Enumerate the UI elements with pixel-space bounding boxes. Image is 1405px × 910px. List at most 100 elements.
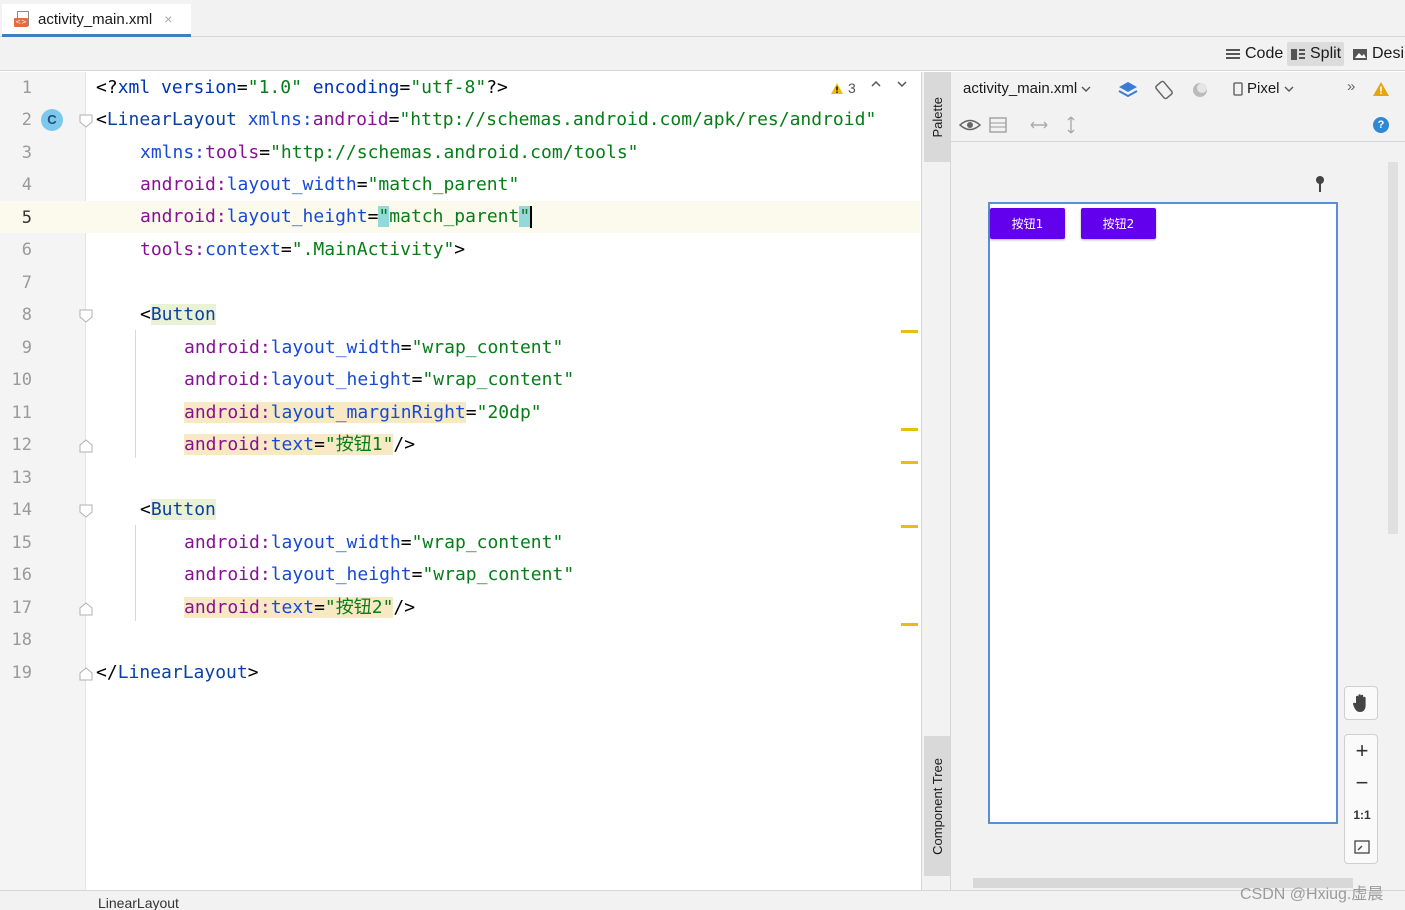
layout-file-dropdown[interactable]: activity_main.xml	[963, 80, 1091, 97]
eye-icon[interactable]	[959, 116, 981, 134]
warning-counter[interactable]: 3	[830, 80, 856, 96]
preview-button-2[interactable]: 按钮2	[1081, 208, 1156, 239]
device-dropdown[interactable]: Pixel	[1233, 80, 1294, 97]
class-gutter-badge[interactable]: C	[41, 109, 63, 131]
line-number: 7	[21, 273, 32, 293]
breadcrumb[interactable]: LinearLayout	[98, 895, 179, 910]
horizontal-resize-icon[interactable]	[1029, 116, 1049, 134]
palette-tab-label: Palette	[929, 96, 945, 138]
zoom-in-button[interactable]: +	[1345, 735, 1379, 767]
code-line-15: android:layout_width="wrap_content"	[184, 532, 564, 553]
indent-guide	[135, 525, 136, 621]
code-line-3: xmlns:tools="http://schemas.android.com/…	[140, 142, 639, 163]
warning-marker[interactable]	[901, 428, 918, 431]
theme-icon[interactable]	[1189, 79, 1211, 101]
design-mode-label: Desi	[1372, 45, 1405, 62]
design-secondary-toolbar: ?	[951, 108, 1405, 142]
line-number: 4	[21, 175, 32, 195]
code-line-16: android:layout_height="wrap_content"	[184, 564, 575, 585]
code-line-9: android:layout_width="wrap_content"	[184, 337, 564, 358]
warning-icon	[831, 82, 843, 94]
component-tree-tab[interactable]: Component Tree	[924, 736, 950, 876]
device-preview-canvas[interactable]: 按钮1 按钮2	[988, 202, 1338, 824]
preview-button-1[interactable]: 按钮1	[990, 208, 1065, 239]
fold-open-icon[interactable]	[79, 114, 93, 128]
line-number: 15	[11, 533, 32, 553]
code-line-1: <?xml version="1.0" encoding="utf-8"?>	[96, 77, 508, 98]
orientation-icon[interactable]	[1153, 79, 1175, 101]
fold-close-icon[interactable]	[79, 667, 93, 681]
line-number: 9	[21, 338, 32, 358]
file-tab-label: activity_main.xml	[38, 10, 153, 28]
layers-icon[interactable]	[1117, 79, 1139, 101]
zoom-out-button[interactable]: −	[1345, 767, 1379, 799]
view-mode-toolbar: Code Split Desi	[0, 37, 1405, 71]
fold-close-icon[interactable]	[79, 602, 93, 616]
component-tree-tab-label: Component Tree	[929, 757, 945, 855]
zoom-fit-button[interactable]	[1345, 831, 1379, 863]
code-line-4: android:layout_width="match_parent"	[140, 174, 520, 195]
design-view-icon	[1353, 48, 1367, 60]
warning-marker[interactable]	[901, 330, 918, 333]
zoom-actual-size-button[interactable]: 1:1	[1345, 799, 1379, 831]
split-mode-button[interactable]: Split	[1287, 42, 1345, 66]
code-line-5: android:layout_height="match_parent"	[140, 206, 533, 228]
watermark: CSDN @Hxiug.虚晨	[1240, 886, 1384, 903]
xml-file-icon: <>	[14, 10, 32, 28]
file-tab-activity-main[interactable]: <> activity_main.xml ×	[2, 4, 191, 37]
code-view-icon	[1226, 48, 1240, 59]
code-line-12: android:text="按钮1"/>	[184, 434, 416, 455]
line-number: 11	[11, 403, 32, 423]
line-number: 16	[11, 565, 32, 585]
fit-screen-icon	[1354, 840, 1370, 854]
line-number: 12	[11, 435, 32, 455]
line-number: 5	[21, 208, 32, 228]
warning-marker[interactable]	[901, 461, 918, 464]
warning-icon[interactable]	[1372, 81, 1390, 97]
blueprint-icon[interactable]	[988, 116, 1008, 134]
vertical-scrollbar[interactable]	[1388, 162, 1398, 534]
code-line-8: <Button	[140, 304, 216, 325]
pan-button[interactable]	[1344, 686, 1378, 720]
design-side-strip: Palette Component Tree	[921, 72, 951, 890]
design-toolbar: activity_main.xml Pixel »	[951, 72, 1405, 108]
warning-count: 3	[848, 80, 856, 96]
zoom-button-group: + − 1:1	[1344, 734, 1378, 864]
status-bar: LinearLayout	[0, 890, 1405, 910]
code-mode-label: Code	[1245, 45, 1284, 62]
design-mode-button[interactable]: Desi	[1349, 42, 1405, 66]
fold-open-icon[interactable]	[79, 309, 93, 323]
code-mode-button[interactable]: Code	[1222, 42, 1286, 66]
code-line-19: </LinearLayout>	[96, 662, 259, 683]
line-number: 8	[21, 305, 32, 325]
line-number: 6	[21, 240, 32, 260]
line-number: 19	[11, 663, 32, 683]
code-line-11: android:layout_marginRight="20dp"	[184, 402, 542, 423]
palette-tab[interactable]: Palette	[924, 72, 950, 162]
code-line-6: tools:context=".MainActivity">	[140, 239, 466, 260]
problem-navigation	[870, 78, 908, 90]
line-number: 13	[11, 468, 32, 488]
fold-close-icon[interactable]	[79, 439, 93, 453]
phone-icon	[1233, 81, 1243, 96]
help-icon[interactable]: ?	[1373, 117, 1389, 133]
split-mode-label: Split	[1310, 45, 1342, 62]
code-editor[interactable]: 1 2 3 4 5 6 7 8 9 10 11 12 13 14 15 16 1…	[0, 72, 920, 890]
line-number: 2	[21, 110, 32, 130]
pin-icon[interactable]	[1313, 175, 1327, 193]
more-tools-icon[interactable]: »	[1347, 78, 1355, 95]
vertical-resize-icon[interactable]	[1061, 116, 1081, 134]
warning-marker[interactable]	[901, 623, 918, 626]
chevron-up-icon[interactable]	[870, 78, 882, 90]
chevron-down-icon[interactable]	[896, 78, 908, 90]
line-number: 18	[11, 630, 32, 650]
fold-open-icon[interactable]	[79, 504, 93, 518]
hand-icon	[1352, 694, 1366, 712]
line-number: 17	[11, 598, 32, 618]
code-line-17: android:text="按钮2"/>	[184, 597, 416, 618]
line-number: 10	[11, 370, 32, 390]
close-icon[interactable]: ×	[164, 11, 172, 27]
warning-marker[interactable]	[901, 525, 918, 528]
code-line-2: <LinearLayout xmlns:android="http://sche…	[96, 109, 877, 130]
text-cursor	[530, 206, 533, 228]
